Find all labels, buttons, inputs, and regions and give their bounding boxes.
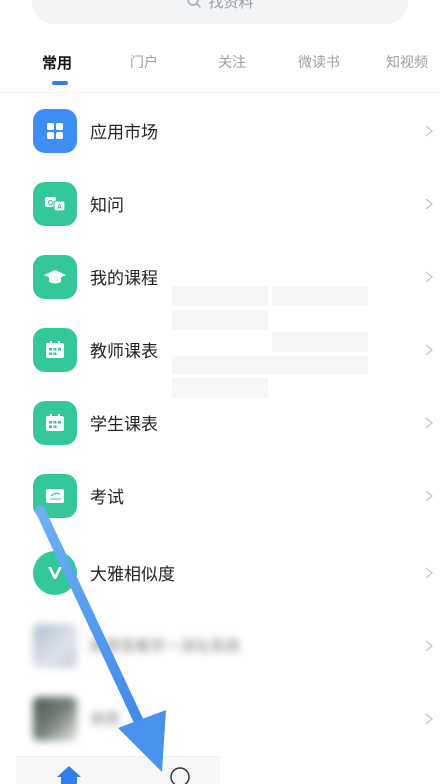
grid-icon: [33, 108, 77, 153]
chevron-right-icon: [425, 712, 434, 725]
chevron-right-icon: [425, 566, 434, 579]
message-icon[interactable]: [168, 765, 192, 784]
search-icon: [187, 0, 202, 8]
list-item-label: 新营营春学一消化系统: [90, 637, 241, 655]
list-item-exam[interactable]: 考试: [0, 459, 440, 532]
list-item-label: 体质: [90, 710, 121, 728]
search-bar[interactable]: 找资料: [32, 0, 408, 24]
exam-icon: [33, 473, 77, 518]
list-item-app-market[interactable]: 应用市场: [0, 94, 440, 167]
course-thumbnail: [33, 623, 77, 668]
chevron-right-icon: [425, 343, 434, 356]
svg-text:Q: Q: [48, 200, 54, 207]
list-item-label: 教师课表: [90, 342, 158, 362]
chevron-right-icon: [425, 639, 434, 652]
tab-portal[interactable]: 门户: [130, 52, 158, 72]
list-item-student-schedule[interactable]: 学生课表: [0, 386, 440, 459]
tab-video[interactable]: 知视频: [386, 52, 428, 72]
list-item-label: 学生课表: [90, 415, 158, 435]
list-item-blurred-course[interactable]: 体质: [0, 682, 440, 755]
course-thumbnail: [33, 696, 77, 741]
chevron-right-icon: [425, 124, 434, 137]
chevron-right-icon: [425, 416, 434, 429]
tab-follow[interactable]: 关注: [218, 52, 246, 72]
calendar-icon: [33, 400, 77, 445]
chevron-right-icon: [425, 489, 434, 502]
list-item-label: 应用市场: [90, 123, 158, 143]
bottom-nav: [16, 756, 220, 784]
active-tab-indicator: [52, 81, 68, 85]
list-item-teacher-schedule[interactable]: 教师课表: [0, 313, 440, 386]
search-placeholder: 找资料: [208, 0, 254, 11]
list-item-blurred-course[interactable]: 新营营春学一消化系统: [0, 609, 440, 682]
tab-micro-reading[interactable]: 微读书: [298, 52, 340, 72]
list-item-daya-similarity[interactable]: 大雅相似度: [0, 536, 440, 609]
list-item-label: 考试: [90, 488, 124, 508]
list-item-zhiwen[interactable]: Q A 知问: [0, 167, 440, 240]
home-icon[interactable]: [56, 765, 82, 784]
tab-bar: 常用 门户 关注 微读书 知视频: [0, 44, 440, 84]
tabs-divider: [0, 92, 440, 93]
list-item-label: 大雅相似度: [90, 565, 175, 585]
daya-logo-icon: [33, 550, 77, 595]
svg-text:A: A: [57, 204, 62, 211]
list-item-label: 我的课程: [90, 269, 158, 289]
tab-common[interactable]: 常用: [42, 52, 72, 73]
graduation-cap-icon: [33, 254, 77, 299]
list-item-my-courses[interactable]: 我的课程: [0, 240, 440, 313]
qa-icon: Q A: [33, 181, 77, 226]
list-item-label: 知问: [90, 196, 124, 216]
chevron-right-icon: [425, 197, 434, 210]
calendar-icon: [33, 327, 77, 372]
chevron-right-icon: [425, 270, 434, 283]
